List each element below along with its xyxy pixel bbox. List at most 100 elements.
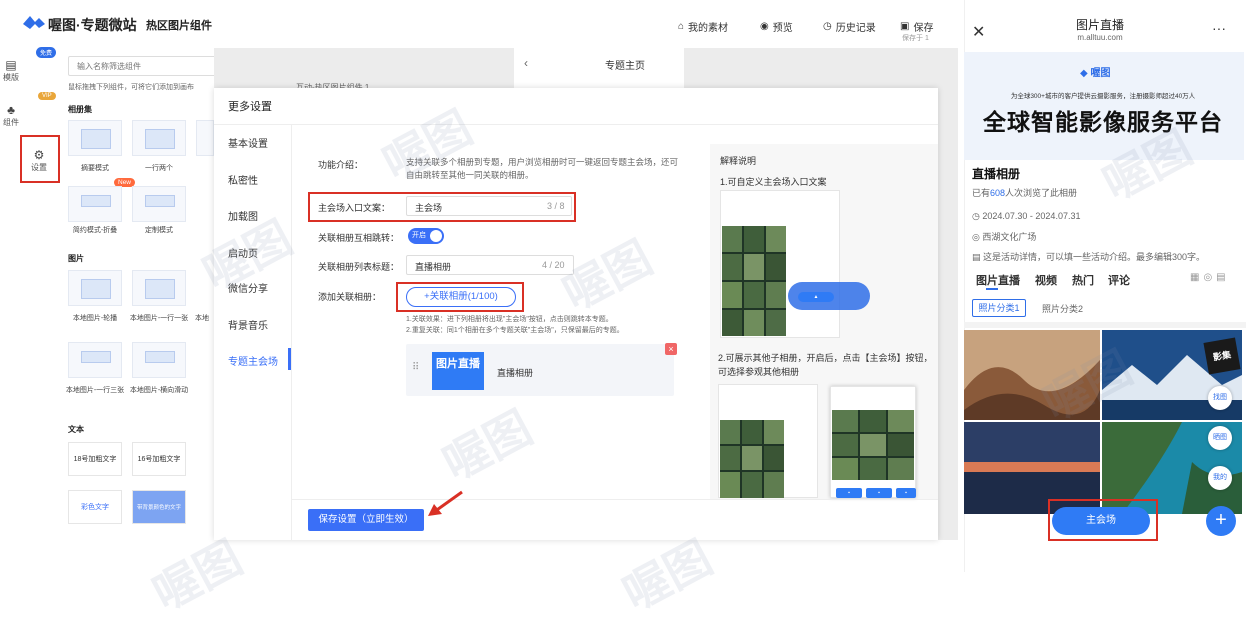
nav-wechat-share[interactable]: 微信分享 — [228, 280, 268, 295]
brand-mark-icon: ◆ — [1080, 68, 1088, 79]
component-colored-text[interactable]: 彩色文字 — [68, 490, 122, 524]
album-collection-button[interactable]: 影集 — [1203, 337, 1241, 375]
event-description: ▤ 这是活动详情，可以填一些活动介绍。最多编辑300字。 — [972, 250, 1242, 263]
component-label: 本地图片-轮播 — [72, 315, 118, 322]
component-partial[interactable] — [196, 120, 214, 156]
add-album-label: 添加关联相册： — [318, 292, 382, 302]
entry-value: 主会场 — [415, 203, 443, 213]
top-bar — [0, 0, 958, 48]
save-icon: ▣ — [900, 21, 910, 32]
image-section-title: 图片 — [68, 254, 84, 263]
link-notes: 1.关联效果：进下列相册将出现"主会场"按钮，点击则跳转本专题。 2.重复关联：… — [406, 314, 686, 336]
settings-highlight-box — [20, 135, 60, 183]
back-chevron-icon[interactable]: ‹ — [524, 56, 528, 70]
component-label: 本地图片-一行三张 — [65, 387, 125, 394]
nav-privacy[interactable]: 私密性 — [228, 172, 258, 187]
nav-basic-settings[interactable]: 基本设置 — [228, 135, 268, 150]
drag-handle-icon[interactable]: ⠿ — [412, 362, 419, 373]
album-thumbnail: 图片直播 — [432, 352, 484, 390]
banner-logo: ◆ 喔图 — [1080, 64, 1110, 79]
nav-bg-music[interactable]: 背景音乐 — [228, 317, 268, 332]
list-title-value: 直播相册 — [415, 262, 452, 272]
save-status: 保存于 1 — [902, 35, 929, 42]
tab-underline — [986, 288, 998, 290]
editor-window: 喔图·专题微站 热区图片组件 ⌂ 我的素材 ◉ 预览 ◷ 历史记录 ▣ 保存 保存于 1… — [0, 0, 958, 540]
mobile-url: m.alltuu.com — [1077, 33, 1123, 42]
assets-icon: ⌂ — [678, 21, 685, 32]
nav-divider — [291, 125, 292, 540]
explain-album-chip: ▪ — [866, 488, 892, 498]
add-fab-button[interactable]: + — [1206, 506, 1236, 536]
component-simple-collapse[interactable] — [68, 186, 122, 222]
component-two-per-row[interactable] — [132, 120, 186, 156]
component-hint: 鼠标拖拽下列组件，可将它们添加到画布 — [68, 84, 194, 91]
rail-components[interactable]: ♣ 组件 — [0, 103, 46, 128]
photo-category-2[interactable]: 照片分类2 — [1042, 302, 1083, 315]
photo-canyon[interactable] — [964, 330, 1100, 420]
component-summary-mode[interactable] — [68, 120, 122, 156]
component-text-16[interactable]: 16号加粗文字 — [132, 442, 186, 476]
list-title-label: 关联相册列表标题： — [318, 262, 400, 272]
component-label: 一行两个 — [145, 165, 173, 172]
history-button[interactable]: ◷ 历史记录 — [823, 19, 876, 34]
nav-splash[interactable]: 启动页 — [228, 245, 258, 260]
explain-album-chip: ▪ — [896, 488, 916, 498]
note-2: 2.重复关联：同1个相册在多个专题关联"主会场"，只保留最后的专题。 — [406, 327, 624, 334]
note-1: 1.关联效果：进下列相册将出现"主会场"按钮，点击则跳转本专题。 — [406, 316, 613, 323]
explanation-title: 解释说明 — [720, 156, 757, 166]
banner-logo-text: 喔图 — [1090, 68, 1111, 79]
text-section-title: 文本 — [68, 425, 84, 434]
explanation-point-2: 2.可展示其他子相册，开启后，点击【主会场】按钮，可选择参观其他相册 — [718, 353, 933, 377]
mobile-title: 图片直播 — [1075, 18, 1124, 32]
eye-icon: ◉ — [760, 21, 769, 32]
modal-divider — [214, 124, 938, 125]
component-label: 本地图片-一行一张 — [129, 315, 189, 322]
banner-headline: 全球智能影像服务平台 — [983, 109, 1223, 135]
share-photo-button[interactable]: 晒图 — [1208, 426, 1232, 450]
event-description-text: 这是活动详情，可以填一些活动介绍。最多编辑300字。 — [983, 252, 1206, 262]
save-settings-button[interactable]: 保存设置（立即生效） — [308, 509, 424, 531]
free-badge: 免费 — [36, 47, 57, 58]
component-image-carousel[interactable] — [68, 270, 122, 306]
explanation-point-1: 1.可自定义主会场入口文案 — [720, 177, 827, 187]
my-assets-button[interactable]: ⌂ 我的素材 — [678, 19, 728, 34]
brand-title[interactable]: 喔图·专题微站 — [48, 15, 137, 35]
component-label: 简约模式-折叠 — [72, 227, 118, 234]
close-icon[interactable]: ✕ — [972, 22, 985, 42]
red-arrow-icon — [426, 490, 466, 520]
mobile-tab-live[interactable]: 图片直播 — [976, 272, 1020, 288]
component-image-horizontal[interactable] — [132, 342, 186, 378]
view-mode-icons[interactable]: ▦◎▤ — [1190, 272, 1230, 283]
add-linked-album-button[interactable]: +关联相册(1/100) — [406, 287, 516, 307]
mobile-tab-comments[interactable]: 评论 — [1108, 272, 1130, 288]
more-icon[interactable]: ··· — [1212, 20, 1226, 36]
photo-category-1[interactable]: 照片分类1 — [972, 299, 1026, 317]
find-photo-button[interactable]: 找图 — [1208, 386, 1232, 410]
viewers-suffix: 人次浏览了此相册 — [1005, 188, 1078, 198]
mobile-tab-video[interactable]: 视频 — [1035, 272, 1057, 288]
intro-label: 功能介绍： — [318, 160, 364, 170]
save-top-button[interactable]: ▣ 保存 — [900, 19, 933, 34]
entry-char-count: 3 / 8 — [547, 201, 565, 211]
banner-subtitle: 为全球300+城市的客户提供云摄影服务，注册摄影师超过40万人 — [1010, 93, 1196, 100]
explain-photo-grid-2 — [720, 420, 784, 498]
nav-active-indicator — [288, 348, 291, 370]
preview-button[interactable]: ◉ 预览 — [760, 19, 793, 34]
component-text-18[interactable]: 18号加粗文字 — [68, 442, 122, 476]
mutual-jump-label: 关联相册互相跳转： — [318, 233, 400, 243]
remove-album-icon[interactable]: × — [665, 343, 677, 355]
my-photos-button[interactable]: 我的 — [1208, 466, 1232, 490]
nav-loading-image[interactable]: 加载图 — [228, 208, 258, 223]
rail-template[interactable]: ▤ 模版 — [0, 58, 46, 83]
nav-main-venue[interactable]: 专题主会场 — [228, 353, 278, 368]
component-custom-mode[interactable] — [132, 186, 186, 222]
component-label: 摘要模式 — [81, 165, 109, 172]
component-image-three-per-row[interactable] — [68, 342, 122, 378]
components-icon: ♣ — [7, 103, 15, 117]
mobile-tab-hot[interactable]: 热门 — [1072, 272, 1094, 288]
main-venue-button[interactable]: 主会场 — [1052, 507, 1150, 535]
component-bg-text[interactable]: 带背景颜色的文字 — [132, 490, 186, 524]
explain-album-chip: ▪ — [836, 488, 862, 498]
component-image-one-per-row[interactable] — [132, 270, 186, 306]
mobile-album-title: 直播相册 — [972, 167, 1021, 181]
